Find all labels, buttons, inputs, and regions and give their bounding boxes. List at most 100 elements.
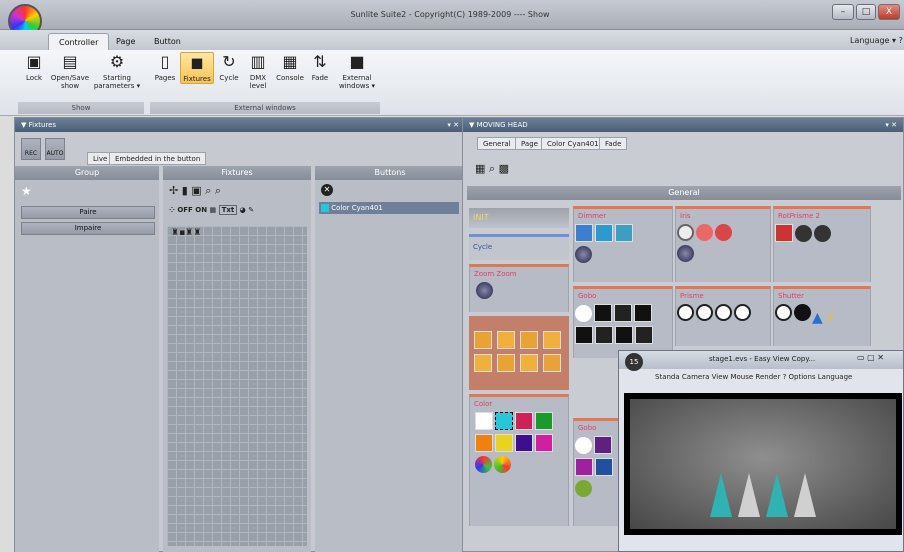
fixtures-button[interactable]: ◼ Fixtures [180,52,214,84]
shutter-closed-icon[interactable] [794,304,811,321]
lock-button[interactable]: ▣ Lock [22,52,46,83]
cycle-button[interactable]: ↻ Cycle [216,52,242,83]
white-swatch[interactable] [475,412,493,430]
flash-icon[interactable]: ⚡ [825,310,835,326]
tab-page-mh[interactable]: Page [515,137,544,150]
shutter-open-icon[interactable] [775,304,792,321]
orange-swatch[interactable] [475,434,493,452]
tab-page[interactable]: Page [106,33,145,50]
effect-icon[interactable] [474,354,492,372]
zoom-in-icon[interactable]: ⌕ [205,184,211,197]
dimmer-card[interactable]: Dimmer [573,206,673,282]
green-swatch[interactable] [535,412,553,430]
search-icon[interactable]: ⌕ [215,184,221,197]
color-card[interactable]: Color [469,394,569,526]
language-menu[interactable]: Language ▾ ? [850,36,903,45]
init-button[interactable]: INIT [469,208,569,228]
fixture-icon[interactable]: ▮ [182,184,188,197]
gobo2-icon[interactable] [575,480,592,497]
menu-standard[interactable]: Standa [655,373,680,381]
iris-icon[interactable] [696,224,713,241]
cyan-swatch-selected[interactable] [495,412,513,430]
close-button[interactable]: X [878,4,900,20]
effect-icon[interactable] [543,354,561,372]
move-icon[interactable]: ✢ [169,184,178,197]
iris-card[interactable]: Iris [675,206,771,282]
rotprisme-icon[interactable] [775,224,793,242]
rainbow-icon-2[interactable] [494,456,511,473]
fixtures-grid[interactable]: ♜▪♜♜ [167,226,307,546]
wrench-icon[interactable]: ✎ [248,206,254,214]
open-save-button[interactable]: ▤ Open/Save show [50,52,90,91]
cycle-item[interactable]: Cycle [469,234,569,260]
gobo-icon[interactable] [615,326,633,344]
gobo-icon[interactable] [635,326,653,344]
shutter-card[interactable]: Shutter ▲ ⚡ [773,286,871,346]
dmx-level-button[interactable]: ▥ DMX level [244,52,272,91]
layout-icon[interactable]: ▩ [499,162,509,175]
starting-parameters-button[interactable]: ⚙ Starting parameters ▾ [92,52,142,91]
external-windows-button[interactable]: ■ External windows ▾ [336,52,378,91]
iris-icon[interactable] [715,224,732,241]
maximize-button[interactable]: □ [856,4,876,20]
rainbow-icon[interactable] [475,456,492,473]
dimmer-knob-icon[interactable] [575,246,592,263]
gobo2-icon[interactable] [575,437,592,454]
star-icon[interactable]: ★ [21,184,32,198]
zoom-card[interactable]: Zoom Zoom [469,264,569,312]
dimmer-icon[interactable] [595,224,613,242]
zoom-icon[interactable] [476,282,493,299]
tab-general[interactable]: General [477,137,517,150]
prisme-icon[interactable] [696,304,713,321]
console-button[interactable]: ▦ Console [274,52,306,83]
prisme-icon[interactable] [677,304,694,321]
prisme-icon[interactable] [734,304,751,321]
group-paire-button[interactable]: Paire [21,206,155,219]
gobo2-icon[interactable] [594,436,612,454]
rotprisme-icon[interactable] [814,225,831,242]
auto-button[interactable]: AUTO [45,138,65,160]
grid-view-icon[interactable]: ▦ [475,162,485,175]
strobe-icon[interactable]: ▲ [812,310,823,326]
gobo-icon[interactable] [575,305,592,322]
gobo-icon[interactable] [575,326,593,344]
effect-icon[interactable] [474,331,492,349]
effect-icon[interactable] [497,331,515,349]
off-button[interactable]: OFF [177,206,193,214]
rotprisme-icon[interactable] [795,225,812,242]
menu-language[interactable]: Language [818,373,853,381]
txt-button[interactable]: Txt [218,205,238,215]
grid-icon[interactable]: ▦ [210,206,217,214]
easy-view-window-controls[interactable]: ▭ ▢ ✕ [857,353,884,362]
fixture-icons-row[interactable]: ♜▪♜♜ [167,226,307,240]
on-button[interactable]: ON [195,206,207,214]
effect-card[interactable] [469,316,569,390]
menu-camera[interactable]: Camera [682,373,709,381]
button-item[interactable]: Color Cyan401 [319,202,459,214]
gobo-icon[interactable] [595,326,613,344]
menu-view[interactable]: View [712,373,729,381]
pin-close-icon-2[interactable]: ▾ ✕ [885,118,903,132]
easy-view-badge[interactable]: 15 [625,353,643,371]
purple-swatch[interactable] [515,434,533,452]
pages-button[interactable]: ▯ Pages [152,52,178,83]
effect-icon[interactable] [520,331,538,349]
tab-button[interactable]: Button [144,33,191,50]
iris-icon[interactable] [677,224,694,241]
tab-embedded[interactable]: Embedded in the button [109,152,207,165]
iris-knob-icon[interactable] [677,245,694,262]
yellow-swatch[interactable] [495,434,513,452]
dimmer-icon[interactable] [615,224,633,242]
gobo2-card[interactable]: Gobo [573,418,621,526]
magenta-swatch[interactable] [515,412,533,430]
gobo-icon[interactable] [634,304,652,322]
menu-help[interactable]: ? [783,373,787,381]
tab-fade[interactable]: Fade [599,137,628,150]
effect-icon[interactable] [543,331,561,349]
menu-options[interactable]: Options [789,373,816,381]
group-impaire-button[interactable]: Impaire [21,222,155,235]
menu-render[interactable]: Render [755,373,780,381]
prisme-card[interactable]: Prisme [675,286,771,346]
tab-color-cyan401[interactable]: Color Cyan401 [541,137,605,150]
menu-mouse[interactable]: Mouse [730,373,753,381]
